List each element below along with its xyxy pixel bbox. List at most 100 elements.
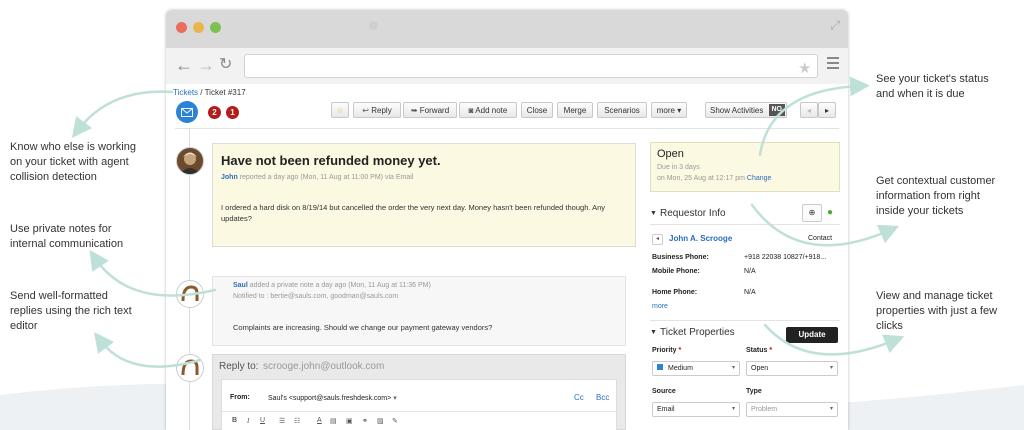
close-window-icon[interactable] [176, 22, 187, 33]
business-phone-value: +918 22038 10827/+918... [744, 254, 827, 261]
collapse-requestor-icon[interactable]: ▼ [650, 210, 657, 217]
editor-divider [222, 411, 618, 412]
reply-box[interactable]: Reply to: scrooge.john@outlook.com From:… [212, 354, 626, 430]
collapse-properties-icon[interactable]: ▼ [650, 329, 657, 336]
numbered-list-icon[interactable]: ☷ [294, 417, 300, 425]
chevron-down-icon: ▾ [829, 406, 833, 412]
forward-icon[interactable]: → [197, 55, 215, 75]
annotation-collision: Know who else is working on your ticket … [10, 141, 136, 183]
mobile-phone-label: Mobile Phone: [652, 268, 700, 275]
chevron-down-icon: ▾ [731, 365, 735, 371]
maximize-window-icon[interactable] [210, 22, 221, 33]
bold-icon[interactable]: B [232, 417, 237, 424]
mobile-phone-value: N/A [744, 268, 756, 275]
italic-icon[interactable]: I [247, 417, 249, 425]
merge-button[interactable]: Merge [557, 102, 593, 118]
address-bar[interactable] [244, 54, 818, 78]
contact-link[interactable]: Contact [808, 235, 832, 242]
annotation-status-due: See your ticket's status and when it is … [876, 73, 989, 100]
reply-button[interactable]: ↩ Reply [353, 102, 401, 118]
minimize-window-icon[interactable] [193, 22, 204, 33]
type-select[interactable]: Problem ▾ [746, 402, 838, 417]
type-label: Type [746, 388, 762, 395]
prev-ticket-button[interactable]: ◂ [800, 102, 818, 118]
next-ticket-button[interactable]: ▸ [818, 102, 836, 118]
bcc-link[interactable]: Bcc [596, 393, 609, 402]
image-icon[interactable]: ▨ [377, 417, 384, 425]
browser-titlebar: ⤢ [166, 10, 848, 48]
from-select[interactable]: Saul's <support@sauls.freshdesk.com> ▾ [268, 394, 397, 402]
collapse-left-icon[interactable]: ◂ [652, 234, 663, 245]
requester-link[interactable]: John [221, 174, 238, 181]
bookmark-star-icon[interactable]: ★ [798, 59, 842, 77]
chevron-down-icon: ▾ [393, 395, 397, 402]
browser-navbar: ← → ↻ ★ [166, 48, 848, 85]
scenarios-button[interactable]: Scenarios [597, 102, 647, 118]
note-author-link[interactable]: Saul [233, 282, 248, 289]
requestor-divider [650, 224, 840, 225]
home-phone-value: N/A [744, 289, 756, 296]
ticket-meta: John reported a day ago (Mon, 11 Aug at … [221, 174, 414, 181]
forward-arrow-icon: ➥ [410, 106, 420, 115]
breadcrumb-current: Ticket #317 [204, 88, 246, 97]
toolbar-divider [175, 128, 839, 129]
ticket-properties-title: Ticket Properties [660, 327, 735, 338]
tab-close-icon[interactable] [369, 21, 378, 30]
add-note-button[interactable]: ◙ Add note [459, 102, 517, 118]
close-ticket-button[interactable]: Close [521, 102, 553, 118]
customer-avatar [176, 147, 204, 175]
status-select[interactable]: Open ▾ [746, 361, 838, 376]
alert-badge[interactable]: 1 [226, 106, 239, 119]
due-text: Due in 3 days [657, 164, 700, 171]
reply-to-field[interactable]: scrooge.john@outlook.com [263, 361, 384, 372]
status-label: Status * [746, 347, 773, 354]
annotation-private-notes: Use private notes for internal communica… [10, 223, 124, 250]
cc-link[interactable]: Cc [574, 393, 584, 402]
ticket-page: Tickets / Ticket #317 2 1 ☆ ↩ Reply ➥ Fo… [166, 84, 848, 430]
source-label: Source [652, 388, 676, 395]
requestor-name-link[interactable]: John A. Scrooge [669, 234, 732, 243]
star-icon: ☆ [336, 106, 344, 115]
show-activities-toggle[interactable]: Show Activities NO [705, 102, 787, 118]
forward-button[interactable]: ➥ Forward [403, 102, 457, 118]
code-icon[interactable]: ▣ [346, 417, 353, 425]
add-contact-icon[interactable]: ⊕ [802, 204, 822, 222]
reply-to-label: Reply to: [219, 361, 259, 372]
ticket-subject: Have not been refunded money yet. [221, 153, 441, 168]
underline-icon[interactable]: U [260, 417, 265, 424]
ticket-status-box: Open Due in 3 days on Mon, 25 Aug at 12:… [650, 142, 840, 192]
clear-format-icon[interactable]: ✎ [392, 417, 398, 425]
priority-select[interactable]: Medium ▾ [652, 361, 740, 376]
due-date: on Mon, 25 Aug at 12:17 pm Change [657, 175, 772, 182]
link-icon[interactable]: ⚭ [362, 417, 368, 425]
social-icon[interactable]: ● [827, 207, 833, 218]
source-select[interactable]: Email ▾ [652, 402, 740, 417]
change-due-link[interactable]: Change [747, 175, 772, 182]
more-dropdown[interactable]: more ▾ [651, 102, 687, 118]
reply-agent-avatar [176, 354, 204, 382]
breadcrumb: Tickets / Ticket #317 [173, 88, 246, 97]
agent-collision-badge[interactable]: 2 [208, 106, 221, 119]
more-link[interactable]: more [652, 303, 668, 310]
fullscreen-icon[interactable]: ⤢ [830, 18, 840, 33]
chevron-left-icon: ◂ [806, 106, 811, 115]
chevron-down-icon: ▾ [677, 106, 682, 115]
back-icon[interactable]: ← [175, 55, 193, 75]
reload-icon[interactable]: ↻ [219, 55, 232, 75]
email-ticket-button[interactable] [176, 101, 198, 123]
breadcrumb-tickets-link[interactable]: Tickets [173, 88, 198, 97]
business-phone-label: Business Phone: [652, 254, 709, 261]
update-button[interactable]: Update [786, 327, 838, 343]
font-color-icon[interactable]: A [317, 417, 322, 424]
note-notified: Notified to : bertie@sauls.com, goodman@… [233, 293, 399, 300]
browser-menu-icon[interactable] [827, 57, 839, 59]
arrow-collision [71, 90, 174, 138]
bulleted-list-icon[interactable]: ☰ [279, 417, 285, 425]
highlight-icon[interactable]: ▤ [330, 417, 337, 425]
private-note: Saul added a private note a day ago (Mon… [212, 276, 626, 346]
reply-editor[interactable]: From: Saul's <support@sauls.freshdesk.co… [221, 379, 618, 430]
requestor-info-title: Requestor Info [660, 208, 726, 219]
star-ticket-button[interactable]: ☆ [331, 102, 349, 118]
from-label: From: [230, 394, 250, 401]
priority-label: Priority * [652, 347, 682, 354]
